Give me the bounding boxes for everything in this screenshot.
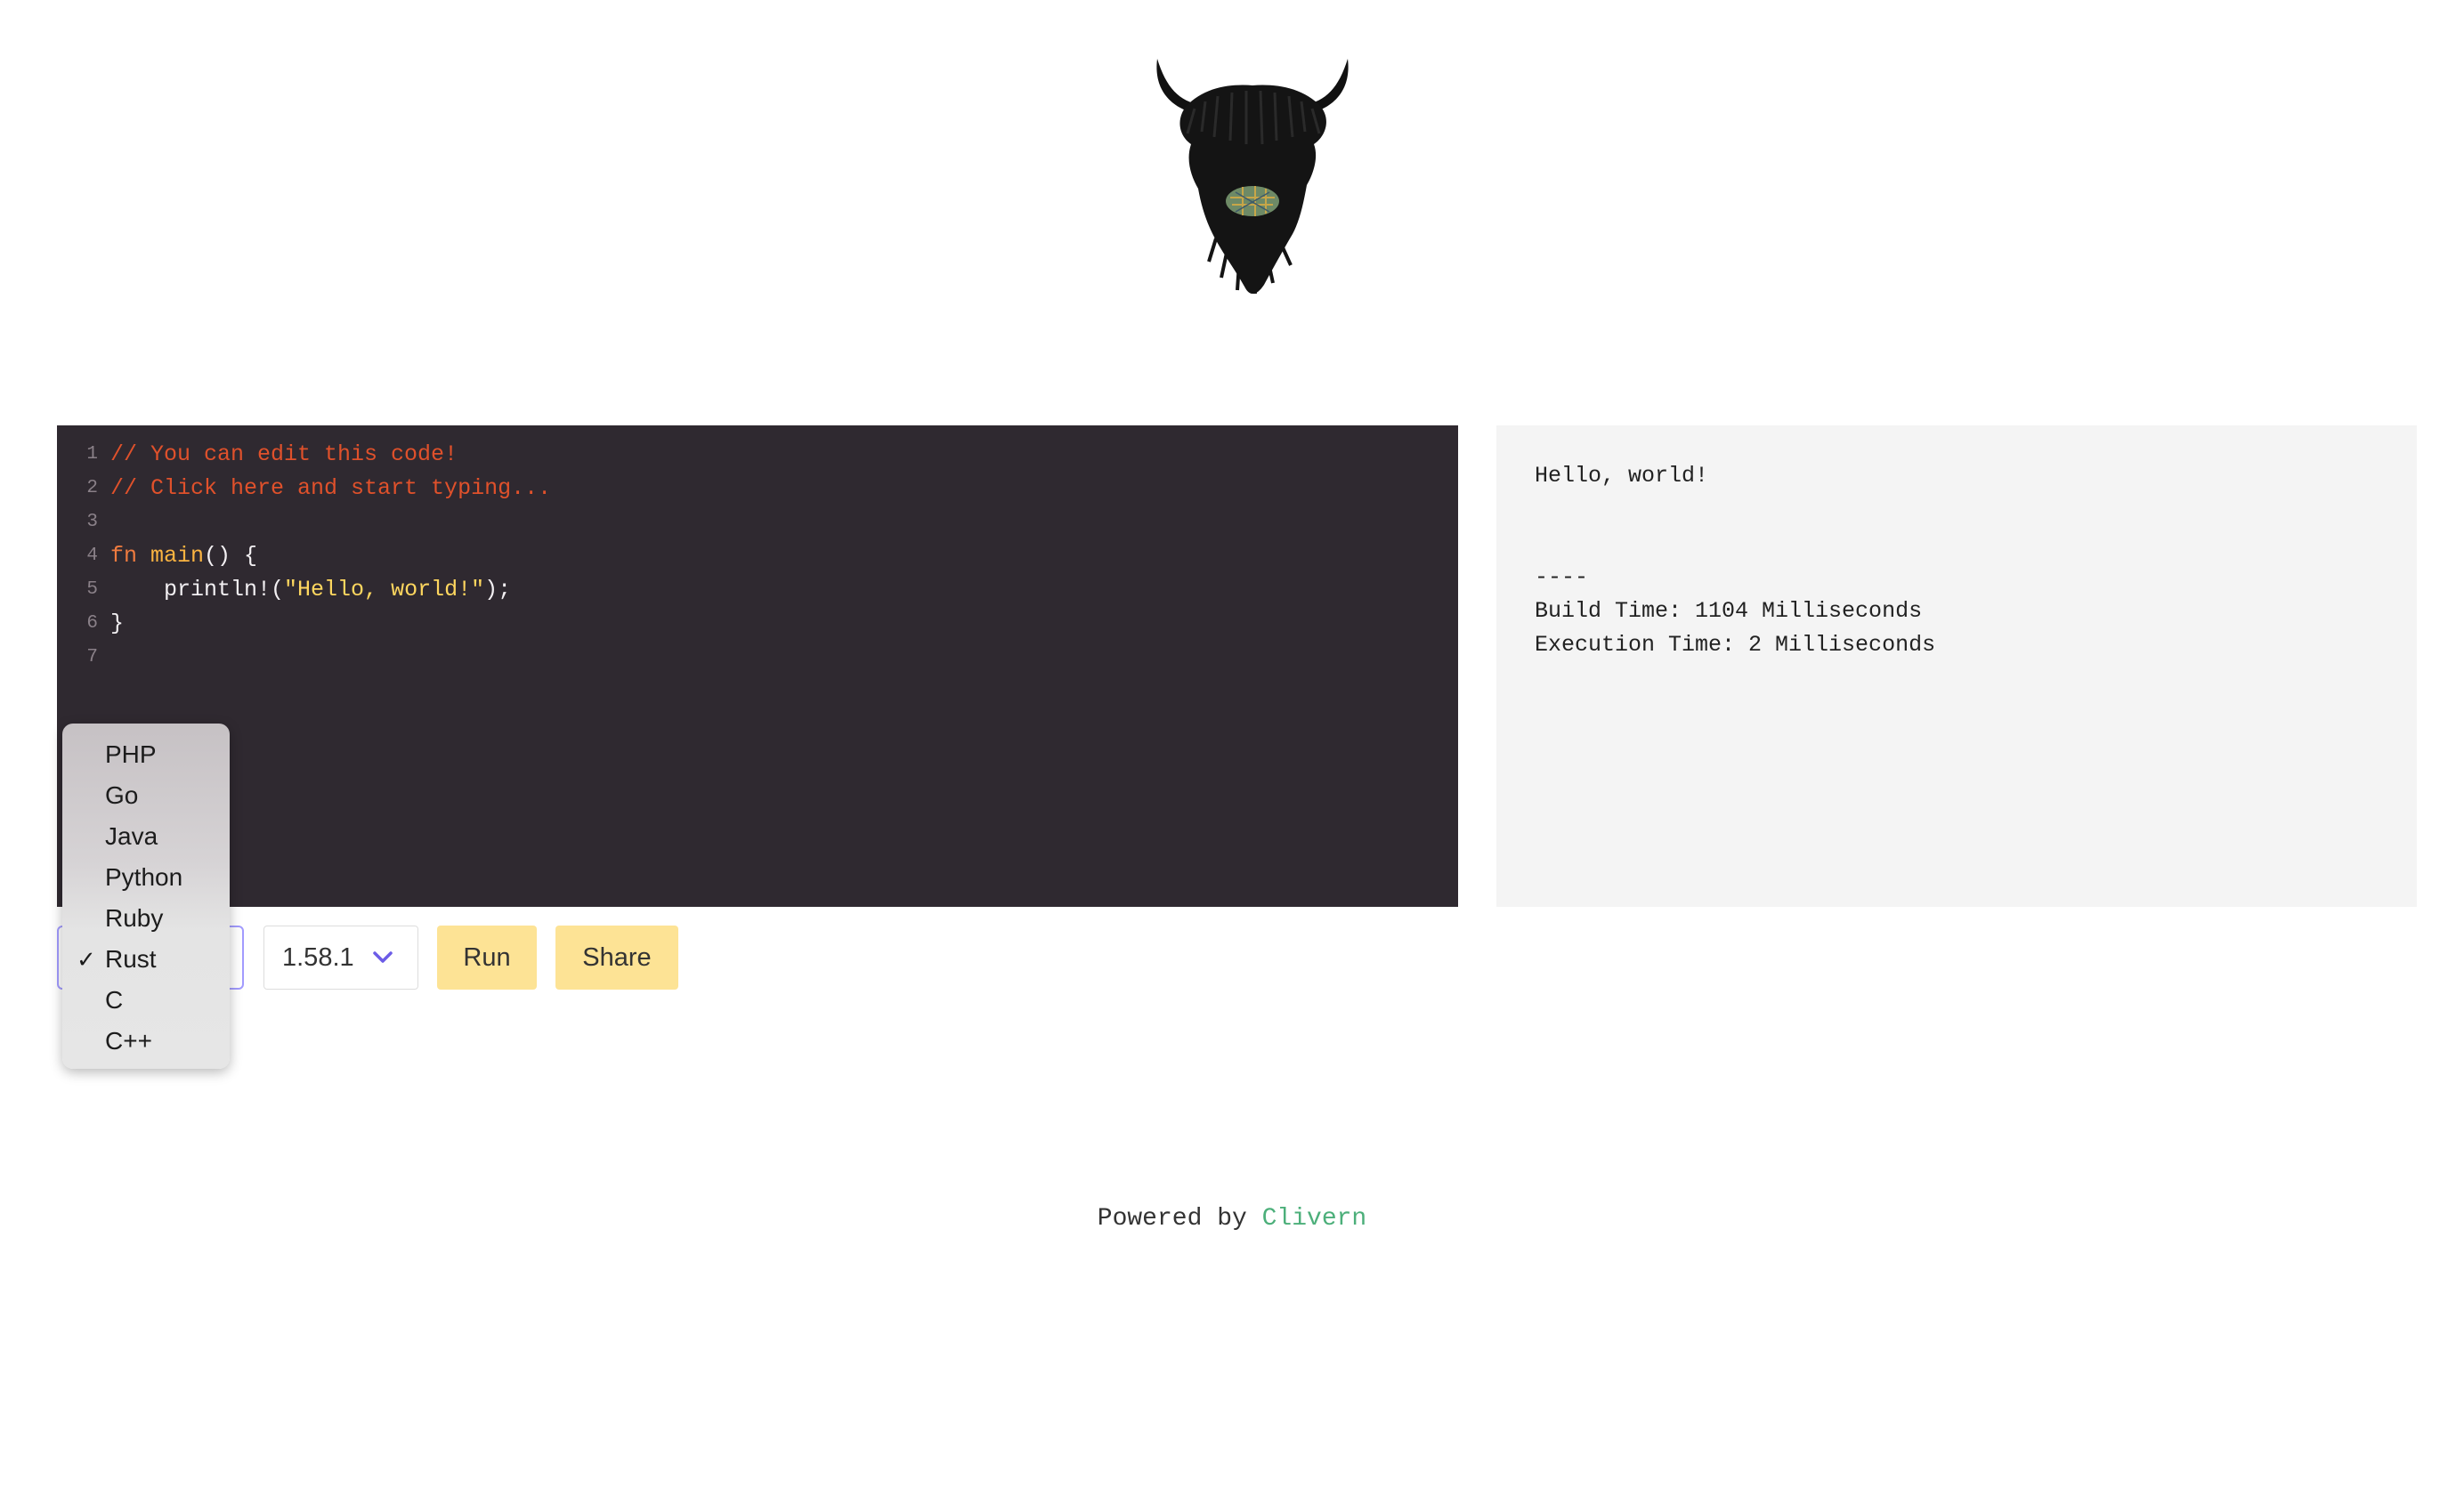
language-option-go[interactable]: Go (62, 775, 230, 816)
code-text: } (110, 610, 125, 636)
chevron-down-icon (373, 951, 393, 963)
footer-link-clivern[interactable]: Clivern (1262, 1205, 1367, 1233)
language-option-ruby[interactable]: Ruby (62, 898, 230, 939)
footer-text: Powered by (1097, 1205, 1262, 1233)
line-number: 1 (86, 444, 98, 465)
language-option-label: Rust (105, 945, 157, 973)
output-line: ---- (1535, 564, 1589, 590)
footer: Powered by Clivern (0, 1205, 2464, 1233)
code-text: () { (204, 543, 258, 569)
code-line[interactable]: 3 (57, 505, 1458, 539)
language-option-python[interactable]: Python (62, 857, 230, 898)
line-number: 6 (86, 613, 98, 634)
code-line[interactable]: 5 println!("Hello, world!"); (57, 573, 1458, 607)
language-option-c[interactable]: C (62, 980, 230, 1021)
run-button[interactable]: Run (437, 926, 537, 990)
code-line[interactable]: 4 fn main() { (57, 539, 1458, 573)
code-keyword: fn (110, 543, 138, 569)
output-line: Build Time: 1104 Milliseconds (1535, 598, 1923, 624)
language-option-php[interactable]: PHP (62, 734, 230, 775)
highland-cow-logo (1156, 59, 1349, 295)
code-line[interactable]: 2 // Click here and start typing... (57, 472, 1458, 505)
checkmark-icon: ✓ (77, 946, 96, 973)
language-dropdown-menu: PHP Go Java Python Ruby ✓ Rust C C++ (62, 724, 230, 1069)
output-line: Hello, world! (1535, 463, 1709, 489)
share-button[interactable]: Share (555, 926, 678, 990)
version-select-value: 1.58.1 (282, 942, 354, 972)
code-function-name: main (150, 543, 205, 569)
code-line[interactable]: 1 // You can edit this code! (57, 438, 1458, 472)
line-number: 2 (86, 478, 98, 498)
line-number: 3 (86, 512, 98, 532)
code-line[interactable]: 7 (57, 641, 1458, 675)
output-line: Execution Time: 2 Milliseconds (1535, 632, 1936, 658)
code-comment: // Click here and start typing... (110, 475, 552, 501)
line-number: 7 (86, 647, 98, 667)
line-number: 5 (86, 579, 98, 600)
code-macro-call: println!( (164, 577, 285, 602)
code-string: "Hello, world!" (284, 577, 485, 602)
code-editor[interactable]: 1 // You can edit this code! 2 // Click … (57, 425, 1458, 907)
code-text: ); (484, 577, 512, 602)
code-line[interactable]: 6 } (57, 607, 1458, 641)
line-number: 4 (86, 546, 98, 566)
language-option-cpp[interactable]: C++ (62, 1021, 230, 1062)
playground-page: 1 // You can edit this code! 2 // Click … (0, 0, 2464, 1504)
version-select[interactable]: 1.58.1 (263, 926, 418, 990)
language-option-rust[interactable]: ✓ Rust (62, 939, 230, 980)
code-comment: // You can edit this code! (110, 441, 458, 467)
language-option-java[interactable]: Java (62, 816, 230, 857)
output-panel: Hello, world! ---- Build Time: 1104 Mill… (1496, 425, 2417, 907)
